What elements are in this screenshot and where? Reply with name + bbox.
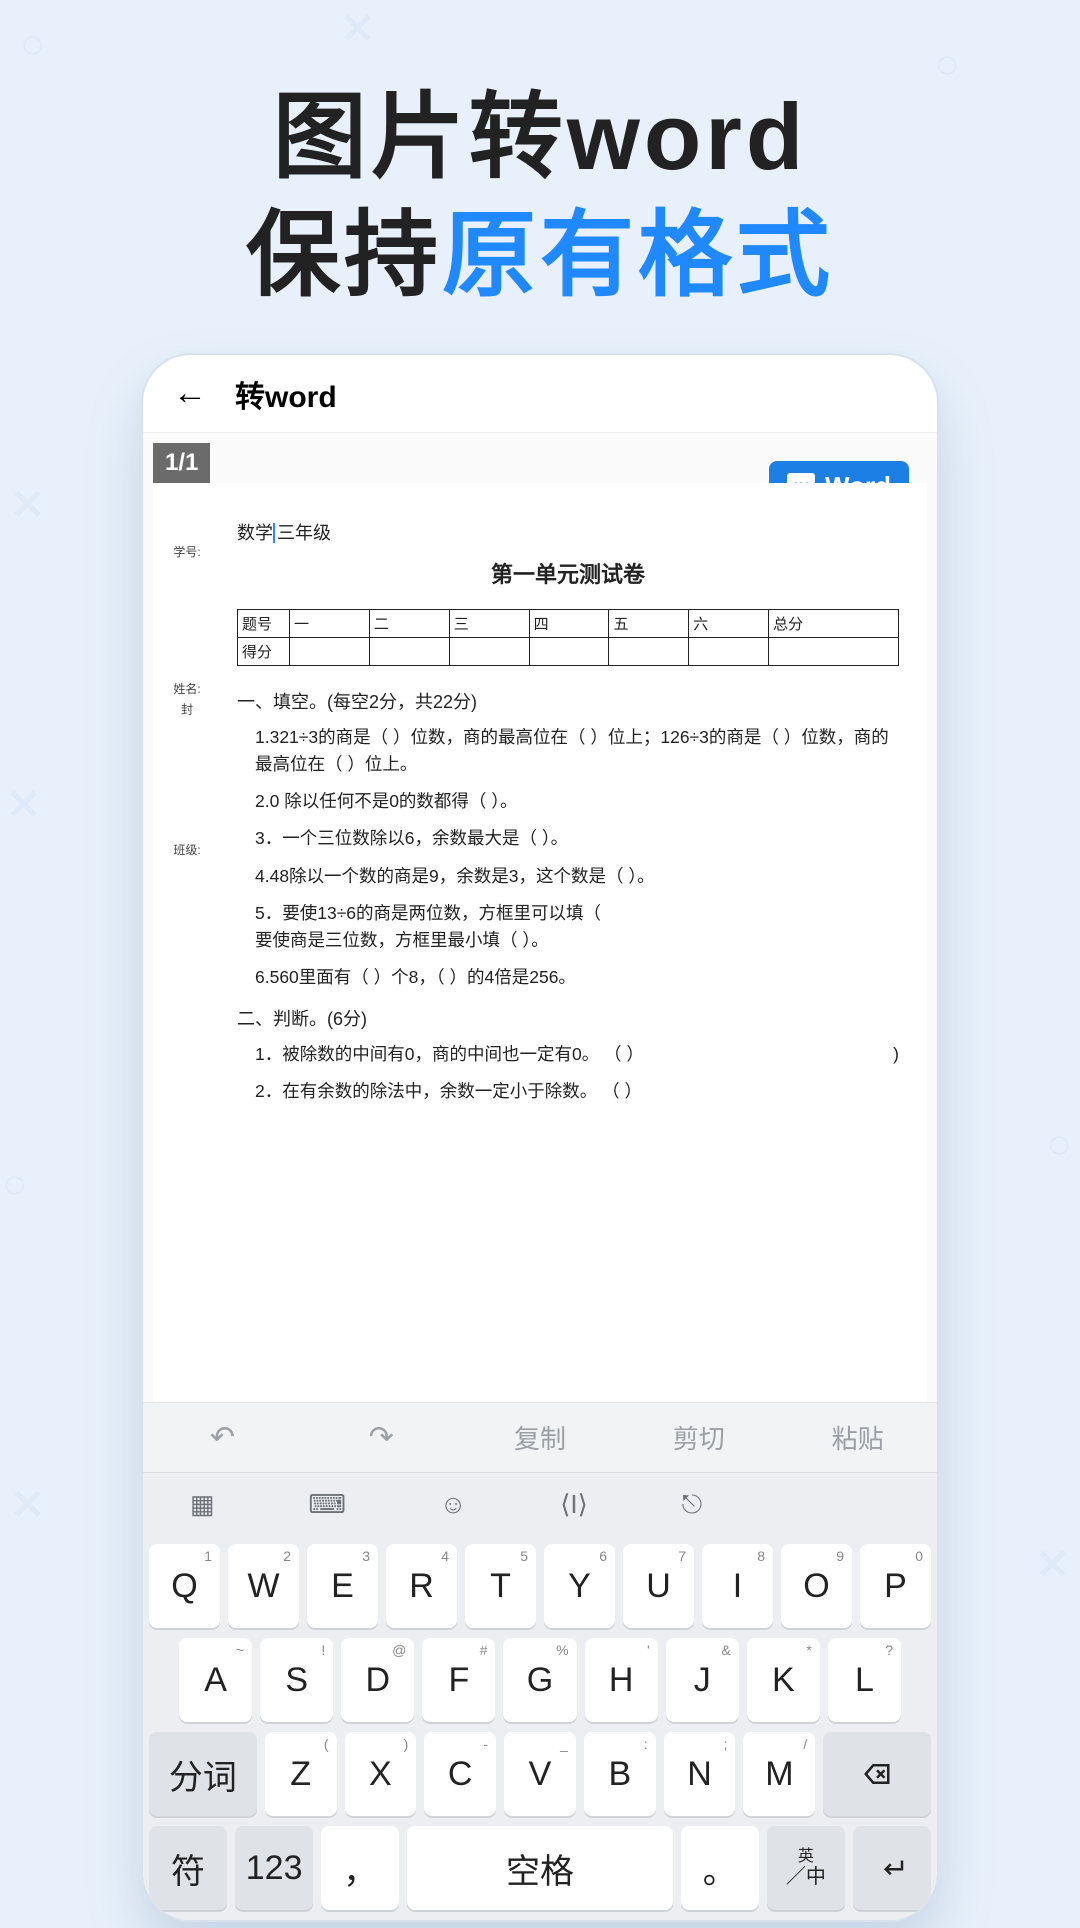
cursor-mode-icon[interactable]: ⟨I⟩ [560,1489,588,1520]
key-Y[interactable]: 6Y [544,1544,615,1628]
key-R[interactable]: 4R [386,1544,457,1628]
keyboard-toolbar: ▦ ⌨ ☺ ⟨I⟩ ⎋ [143,1472,937,1536]
key-segment[interactable]: 分词 [149,1732,257,1816]
subject-line[interactable]: 数学三年级 [237,519,899,545]
question-5[interactable]: 5．要使13÷6的商是两位数，方框里可以填（ 要使商是三位数，方框里最小填（ ）… [255,900,899,954]
back-icon[interactable]: ← [173,374,207,413]
key-H[interactable]: 'H [585,1638,658,1722]
key-K[interactable]: *K [747,1638,820,1722]
key-Q[interactable]: 1Q [149,1544,220,1628]
emoji-icon[interactable]: ☺ [440,1489,467,1520]
grid-icon[interactable]: ▦ [190,1489,215,1520]
key-M[interactable]: /M [743,1732,815,1816]
key-U[interactable]: 7U [623,1544,694,1628]
page-indicator: 1/1 [153,443,210,483]
clip-icon[interactable]: ⎋ [682,1489,703,1521]
key-N[interactable]: ;N [664,1732,736,1816]
key-W[interactable]: 2W [228,1544,299,1628]
question-4[interactable]: 4.48除以一个数的商是9，余数是3，这个数是（ ）。 [255,863,899,890]
undo-button[interactable]: ↶ [143,1420,302,1455]
keyboard-layout-icon[interactable]: ⌨ [308,1489,346,1520]
redo-button[interactable]: ↷ [302,1420,461,1455]
paper-margin-labels: 学号: 姓名: 封 班级: [167,543,207,858]
key-L[interactable]: ?L [828,1638,901,1722]
key-space[interactable]: 空格 [407,1826,672,1910]
key-P[interactable]: 0P [860,1544,931,1628]
cut-button[interactable]: 剪切 [619,1419,778,1456]
copy-button[interactable]: 复制 [461,1419,620,1456]
key-backspace[interactable] [823,1732,931,1816]
key-period[interactable]: 。 [681,1826,759,1910]
section-1-heading: 一、填空。(每空2分，共22分) [237,688,899,714]
paper-title: 第一单元测试卷 [237,557,899,589]
key-C[interactable]: -C [424,1732,496,1816]
key-E[interactable]: 3E [307,1544,378,1628]
question-6[interactable]: 6.560里面有（ ）个8，（ ）的4倍是256。 [255,964,899,991]
edit-toolbar: ↶ ↷ 复制 剪切 粘贴 [143,1402,937,1472]
key-Z[interactable]: (Z [265,1732,337,1816]
question-3[interactable]: 3．一个三位数除以6，余数最大是（ ）。 [255,825,899,852]
key-G[interactable]: %G [503,1638,576,1722]
phone-frame: ← 转word 1/1 W Word 学号: 姓名: 封 班级: 数学三年级 第… [143,355,937,1920]
key-language[interactable]: 英／中 [767,1826,845,1910]
key-F[interactable]: #F [422,1638,495,1722]
hero-title: 图片转word 保持原有格式 [0,0,1080,313]
key-enter[interactable] [853,1826,931,1910]
judge-1[interactable]: 1．被除数的中间有0，商的中间也一定有0。 （ ）) [255,1041,899,1068]
key-V[interactable]: _V [504,1732,576,1816]
app-header: ← 转word [143,355,937,433]
key-A[interactable]: ~A [179,1638,252,1722]
key-T[interactable]: 5T [465,1544,536,1628]
paste-button[interactable]: 粘贴 [778,1419,937,1456]
key-numbers[interactable]: 123 [235,1826,313,1910]
screen-title: 转word [235,372,337,416]
key-O[interactable]: 9O [781,1544,852,1628]
score-table: 题号一二三四五六总分 得分 [237,609,899,666]
key-symbols[interactable]: 符 [149,1826,227,1910]
key-S[interactable]: !S [260,1638,333,1722]
document-area[interactable]: 1/1 W Word 学号: 姓名: 封 班级: 数学三年级 第一单元测试卷 题 [143,433,937,1402]
question-2[interactable]: 2.0 除以任何不是0的数都得（ ）。 [255,788,899,815]
soft-keyboard: ▦ ⌨ ☺ ⟨I⟩ ⎋ 1Q2W3E4R5T6Y7U8I9O0P ~A!S@D#… [143,1472,937,1920]
key-D[interactable]: @D [341,1638,414,1722]
question-1[interactable]: 1.321÷3的商是（ ）位数，商的最高位在（ ）位上；126÷3的商是（ ）位… [255,724,899,778]
key-J[interactable]: &J [666,1638,739,1722]
section-2-heading: 二、判断。(6分) [237,1005,899,1031]
key-comma[interactable]: ， [321,1826,399,1910]
key-I[interactable]: 8I [702,1544,773,1628]
key-X[interactable]: )X [345,1732,417,1816]
document-paper[interactable]: 学号: 姓名: 封 班级: 数学三年级 第一单元测试卷 题号一二三四五六总分 得… [153,483,927,1402]
judge-2[interactable]: 2．在有余数的除法中，余数一定小于除数。 （ ） [255,1078,899,1105]
key-B[interactable]: :B [584,1732,656,1816]
